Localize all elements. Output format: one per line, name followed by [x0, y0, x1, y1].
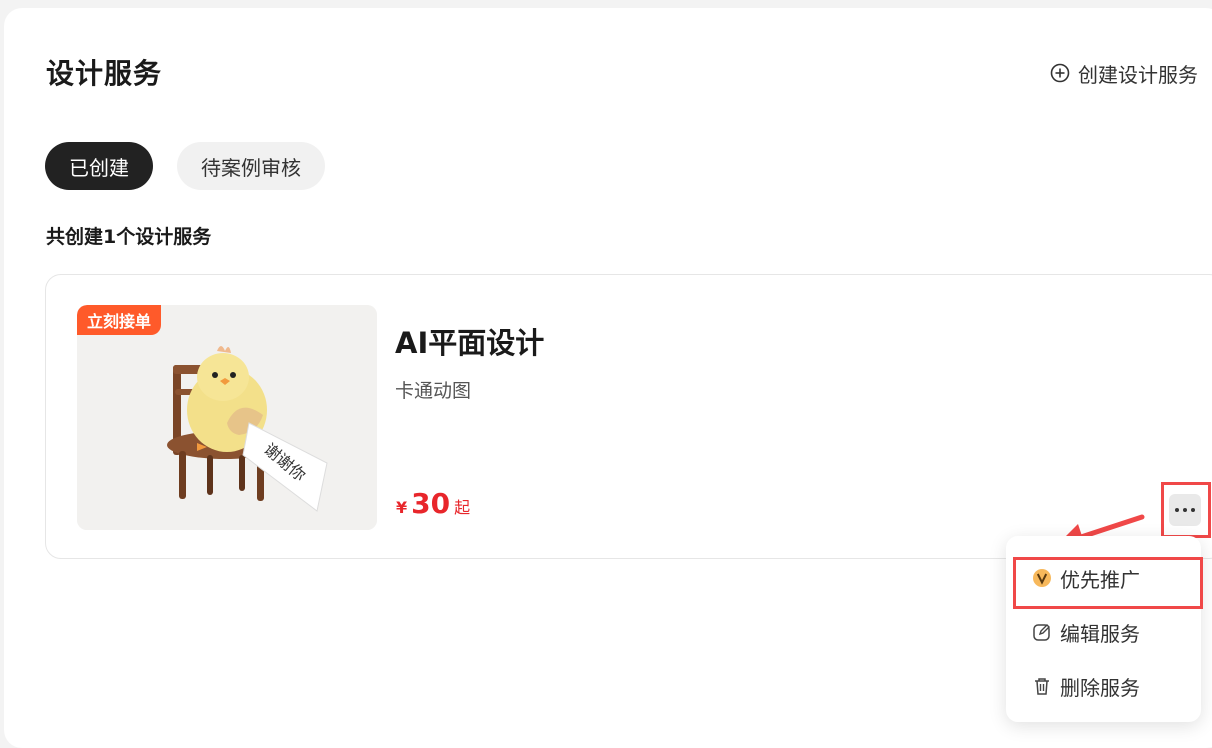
- price-unit: 起: [454, 498, 471, 517]
- service-thumbnail[interactable]: 谢谢你 立刻接单: [77, 305, 377, 530]
- plus-circle-icon: [1050, 63, 1070, 83]
- trash-icon: [1035, 678, 1049, 695]
- price-currency: ¥: [396, 498, 408, 517]
- more-options-button[interactable]: [1169, 494, 1201, 526]
- tab-pending-review[interactable]: 待案例审核: [177, 142, 325, 190]
- status-tabs: 已创建 待案例审核: [45, 142, 325, 190]
- instant-order-badge: 立刻接单: [77, 305, 162, 335]
- menu-item-label: 删除服务: [1060, 675, 1140, 700]
- create-service-label: 创建设计服务: [1078, 62, 1198, 87]
- service-count-summary: 共创建1个设计服务: [46, 226, 212, 248]
- promote-highlight: [1013, 557, 1203, 609]
- chick-on-chair-image: 谢谢你: [77, 305, 377, 530]
- create-service-button[interactable]: 创建设计服务: [1050, 58, 1198, 88]
- menu-item-delete[interactable]: 删除服务: [1006, 664, 1201, 708]
- service-subtitle: 卡通动图: [395, 380, 472, 402]
- menu-item-edit[interactable]: 编辑服务: [1006, 610, 1201, 654]
- page-title: 设计服务: [46, 57, 163, 90]
- service-card[interactable]: 谢谢你 立刻接单 AI平面设计 卡通动图 ¥ 30 起: [45, 274, 1212, 559]
- price-value: 30: [411, 487, 451, 520]
- menu-item-label: 编辑服务: [1060, 621, 1140, 646]
- edit-icon: [1033, 624, 1050, 641]
- service-title[interactable]: AI平面设计: [395, 320, 544, 362]
- tab-created[interactable]: 已创建: [45, 142, 153, 190]
- service-price: ¥ 30 起: [396, 487, 470, 520]
- ellipsis-icon: [1175, 508, 1179, 512]
